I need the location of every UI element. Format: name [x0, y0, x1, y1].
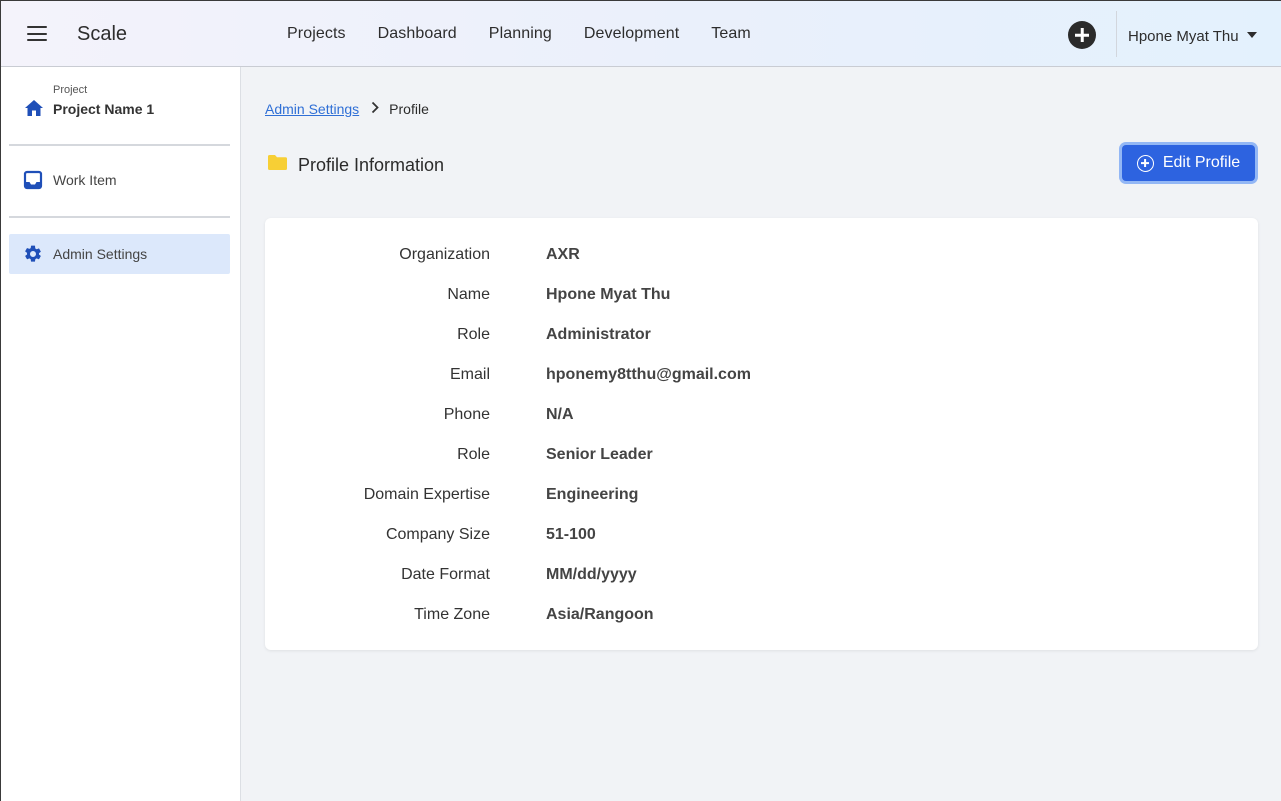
- sidebar-item-admin-settings[interactable]: Admin Settings: [9, 234, 230, 274]
- profile-row-date-format: Date Format MM/dd/yyyy: [265, 538, 1258, 583]
- edit-profile-label: Edit Profile: [1162, 154, 1241, 171]
- profile-row-company-size: Company Size 51-100: [265, 498, 1258, 543]
- field-label: Time Zone: [414, 606, 490, 623]
- field-value: Asia/Rangoon: [546, 606, 654, 623]
- profile-row-domain-expertise: Domain Expertise Engineering: [265, 458, 1258, 503]
- app-brand[interactable]: Scale: [77, 23, 127, 46]
- main-nav: Projects Dashboard Planning Development …: [287, 25, 783, 43]
- toolbar-divider: [1116, 11, 1117, 57]
- folder-icon: [267, 154, 288, 176]
- profile-row-time-zone: Time Zone Asia/Rangoon: [265, 578, 1258, 623]
- page-title: Profile Information: [298, 154, 445, 175]
- sidebar-divider: [9, 144, 230, 146]
- inbox-icon: [23, 170, 43, 195]
- sidebar-divider: [9, 216, 230, 218]
- breadcrumb: Admin Settings Profile: [265, 101, 429, 117]
- breadcrumb-current: Profile: [389, 101, 429, 117]
- project-name: Project Name 1: [53, 101, 155, 117]
- menu-icon[interactable]: [27, 26, 47, 41]
- sidebar-item-work-item[interactable]: Work Item: [9, 160, 230, 200]
- user-menu-button[interactable]: Hpone Myat Thu: [1128, 28, 1257, 45]
- add-circle-icon[interactable]: [1068, 21, 1096, 49]
- profile-row-role: Role Administrator: [265, 298, 1258, 343]
- nav-projects[interactable]: Projects: [287, 25, 346, 43]
- chevron-right-icon: [371, 101, 379, 117]
- breadcrumb-link-admin-settings[interactable]: Admin Settings: [265, 101, 359, 117]
- nav-team[interactable]: Team: [711, 25, 751, 43]
- sidebar-item-label: Work Item: [53, 172, 117, 188]
- profile-row-phone: Phone N/A: [265, 378, 1258, 423]
- sidebar-item-label: Admin Settings: [53, 246, 148, 262]
- nav-development[interactable]: Development: [584, 25, 679, 43]
- nav-planning[interactable]: Planning: [489, 25, 552, 43]
- top-app-bar: Scale Projects Dashboard Planning Develo…: [1, 1, 1281, 67]
- profile-row-name: Name Hpone Myat Thu: [265, 258, 1258, 303]
- profile-row-role-level: Role Senior Leader: [265, 418, 1258, 463]
- project-label: Project: [53, 84, 88, 96]
- sidebar: Project Project Name 1 Work Item Admin S…: [1, 67, 241, 801]
- home-icon: [24, 99, 44, 122]
- profile-row-email: Email hponemy8tthu@gmail.com: [265, 338, 1258, 383]
- edit-profile-button[interactable]: Edit Profile: [1122, 145, 1255, 181]
- profile-card: Organization AXR Name Hpone Myat Thu Rol…: [265, 218, 1258, 650]
- user-name: Hpone Myat Thu: [1128, 28, 1239, 45]
- profile-row-organization: Organization AXR: [265, 218, 1258, 263]
- add-circle-outline-icon: [1136, 154, 1154, 172]
- nav-dashboard[interactable]: Dashboard: [378, 25, 457, 43]
- section-header: Profile Information: [267, 154, 444, 176]
- sidebar-project[interactable]: Project Project Name 1: [9, 77, 230, 141]
- gear-icon: [23, 244, 43, 269]
- caret-down-icon: [1246, 31, 1257, 38]
